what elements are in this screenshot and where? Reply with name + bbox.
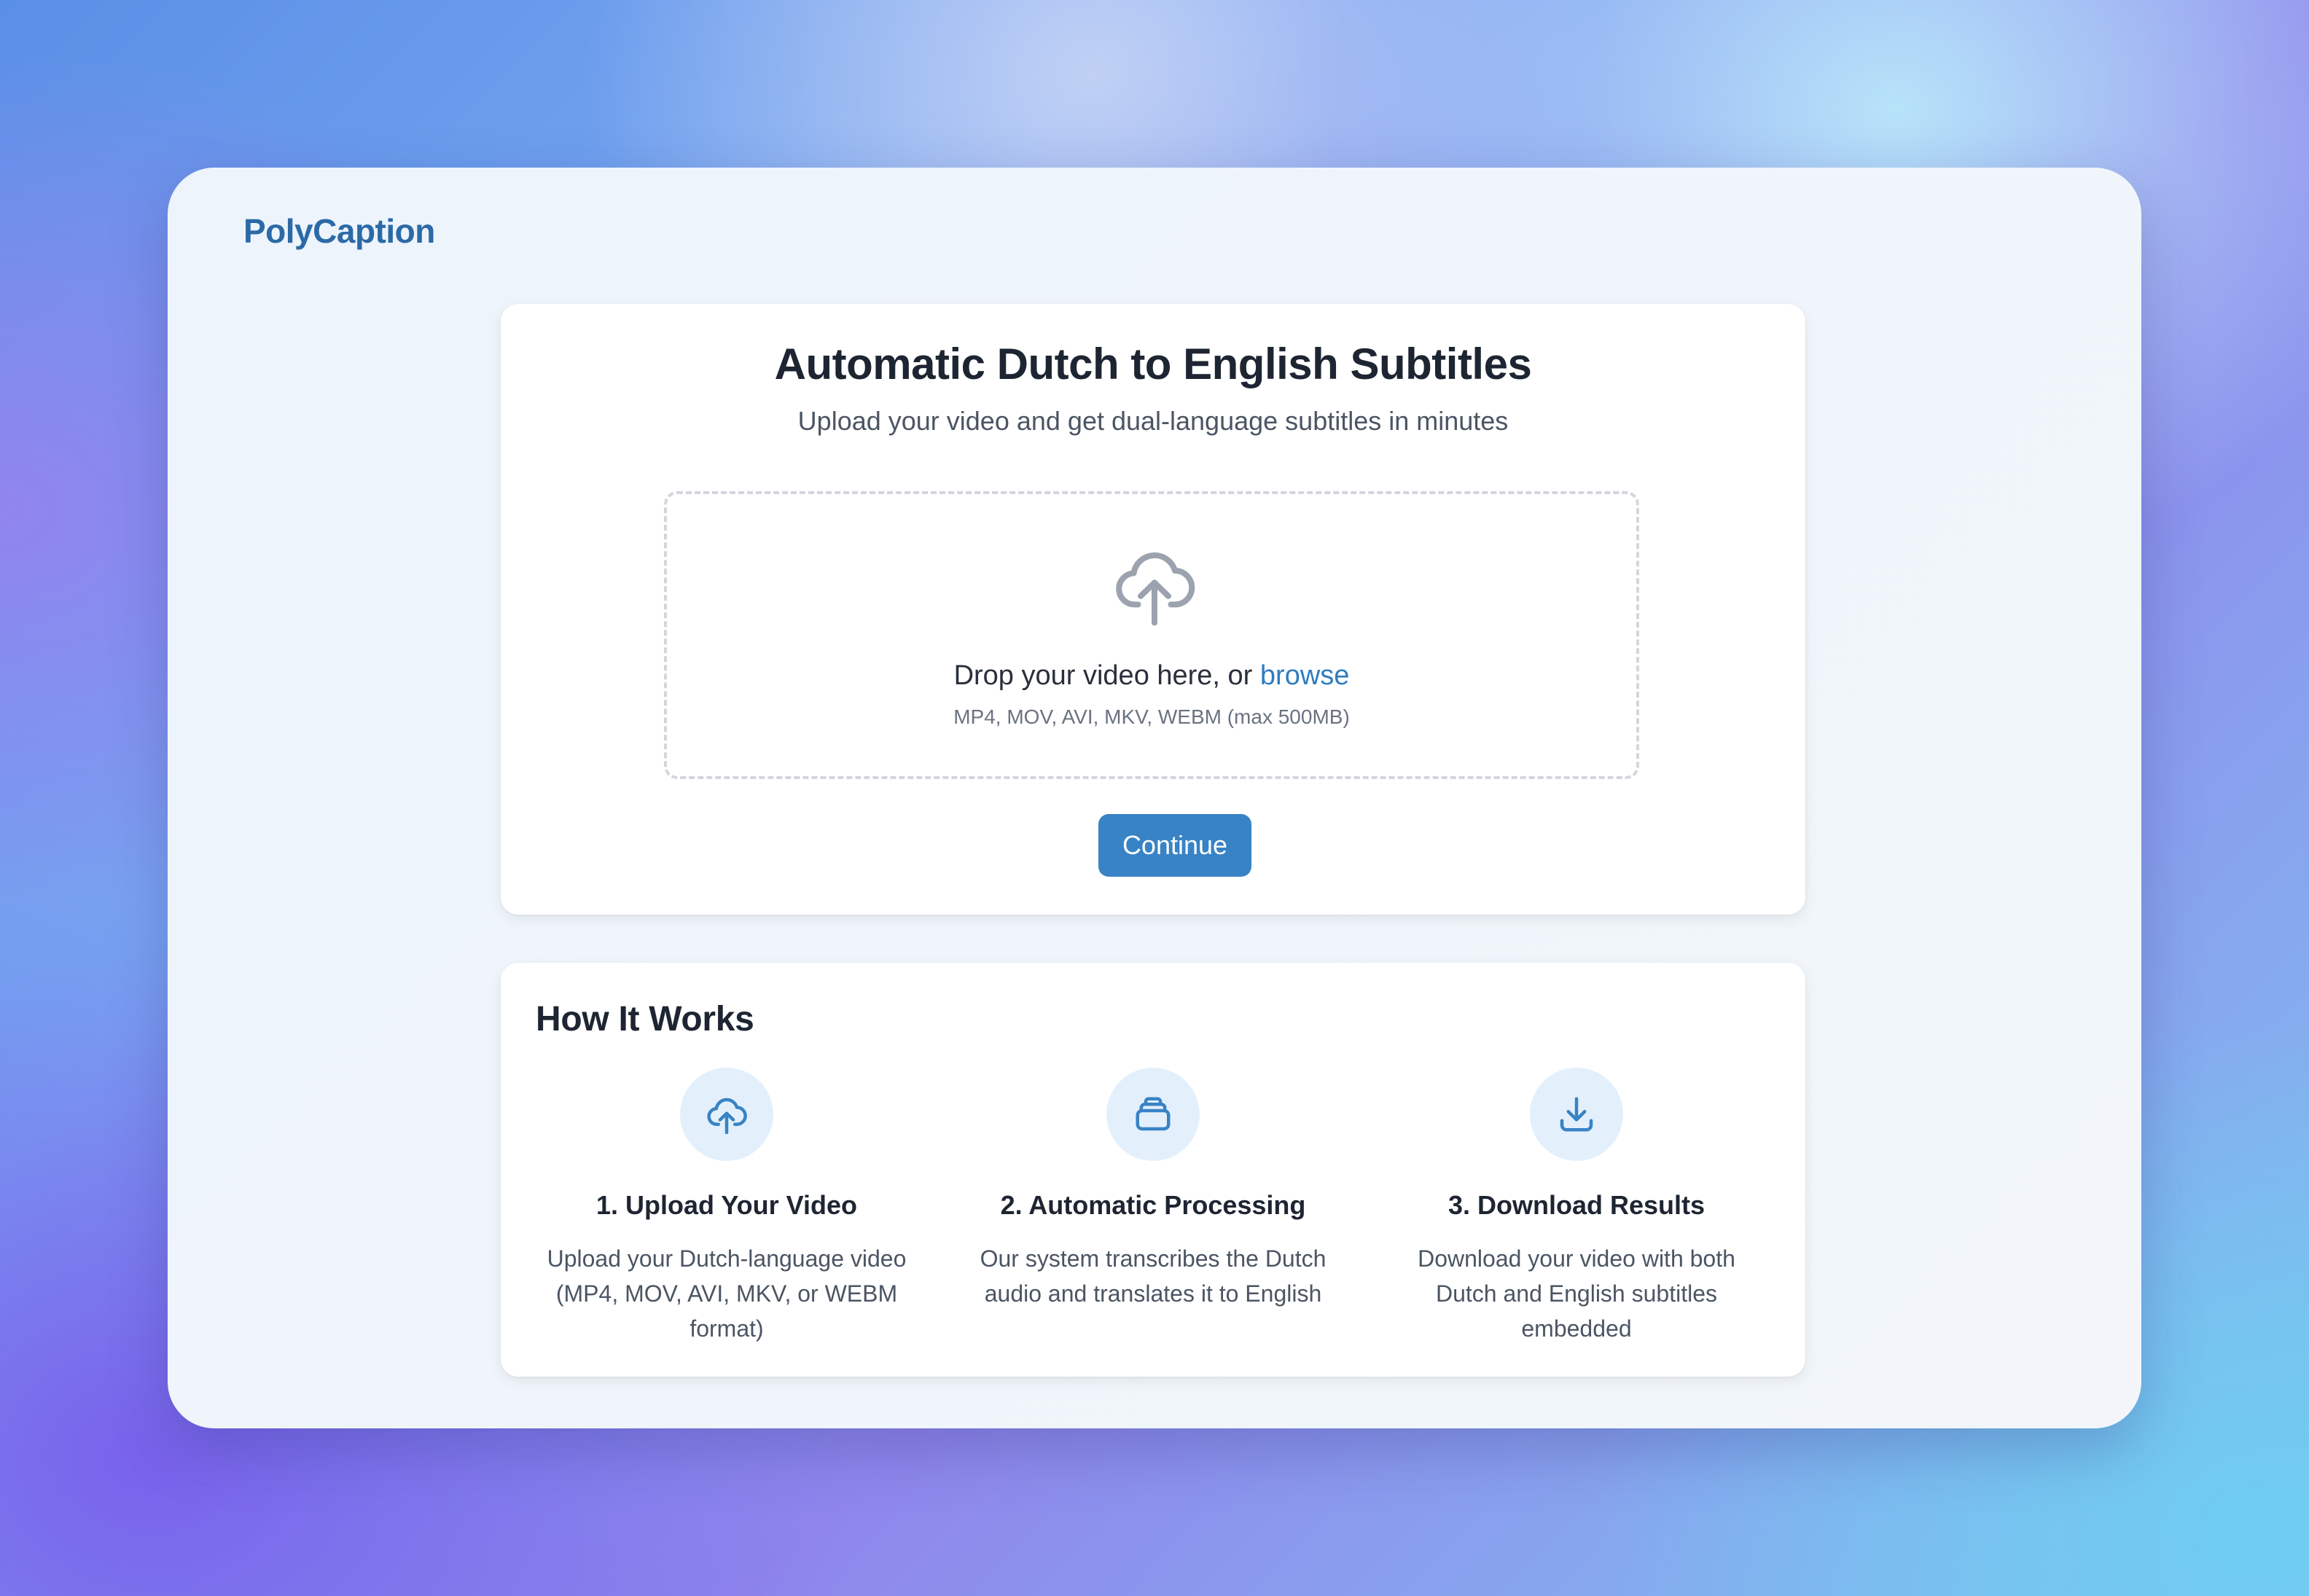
step-download: 3. Download Results Download your video … bbox=[1380, 1068, 1773, 1346]
step-processing: 2. Automatic Processing Our system trans… bbox=[956, 1068, 1350, 1311]
processing-stack-icon bbox=[1136, 1097, 1171, 1131]
app-window: PolyCaption Automatic Dutch to English S… bbox=[168, 168, 2141, 1428]
step-icon-circle bbox=[1106, 1068, 1200, 1161]
step-icon-circle bbox=[1530, 1068, 1623, 1161]
how-it-works-card: How It Works 1. Upload Your Video Upload… bbox=[501, 963, 1805, 1377]
step-description: Our system transcribes the Dutch audio a… bbox=[980, 1245, 1327, 1307]
dropzone-prompt: Drop your video here, or browse bbox=[667, 660, 1636, 692]
how-it-works-title: How It Works bbox=[536, 1000, 754, 1038]
upload-card: Automatic Dutch to English Subtitles Upl… bbox=[501, 304, 1805, 915]
step-description: Upload your Dutch-language video (MP4, M… bbox=[547, 1245, 907, 1342]
continue-button[interactable]: Continue bbox=[1098, 814, 1251, 877]
page-subtitle: Upload your video and get dual-language … bbox=[797, 406, 1509, 436]
step-title: 2. Automatic Processing bbox=[1000, 1190, 1306, 1220]
step-icon-circle bbox=[680, 1068, 773, 1161]
brand-logo[interactable]: PolyCaption bbox=[243, 211, 435, 251]
cloud-upload-icon bbox=[1116, 552, 1195, 626]
step-description: Download your video with both Dutch and … bbox=[1418, 1245, 1735, 1342]
page-title: Automatic Dutch to English Subtitles bbox=[774, 340, 1532, 388]
step-title: 3. Download Results bbox=[1447, 1190, 1706, 1220]
video-dropzone[interactable]: Drop your video here, or browse MP4, MOV… bbox=[664, 491, 1639, 779]
browse-link[interactable]: browse bbox=[1260, 660, 1350, 691]
download-icon bbox=[1560, 1097, 1593, 1132]
supported-formats: MP4, MOV, AVI, MKV, WEBM (max 500MB) bbox=[953, 705, 1350, 728]
cloud-upload-icon bbox=[707, 1098, 747, 1135]
step-upload: 1. Upload Your Video Upload your Dutch-l… bbox=[530, 1068, 923, 1346]
step-title: 1. Upload Your Video bbox=[595, 1190, 858, 1220]
dropzone-prompt-text: Drop your video here, or bbox=[953, 660, 1260, 691]
